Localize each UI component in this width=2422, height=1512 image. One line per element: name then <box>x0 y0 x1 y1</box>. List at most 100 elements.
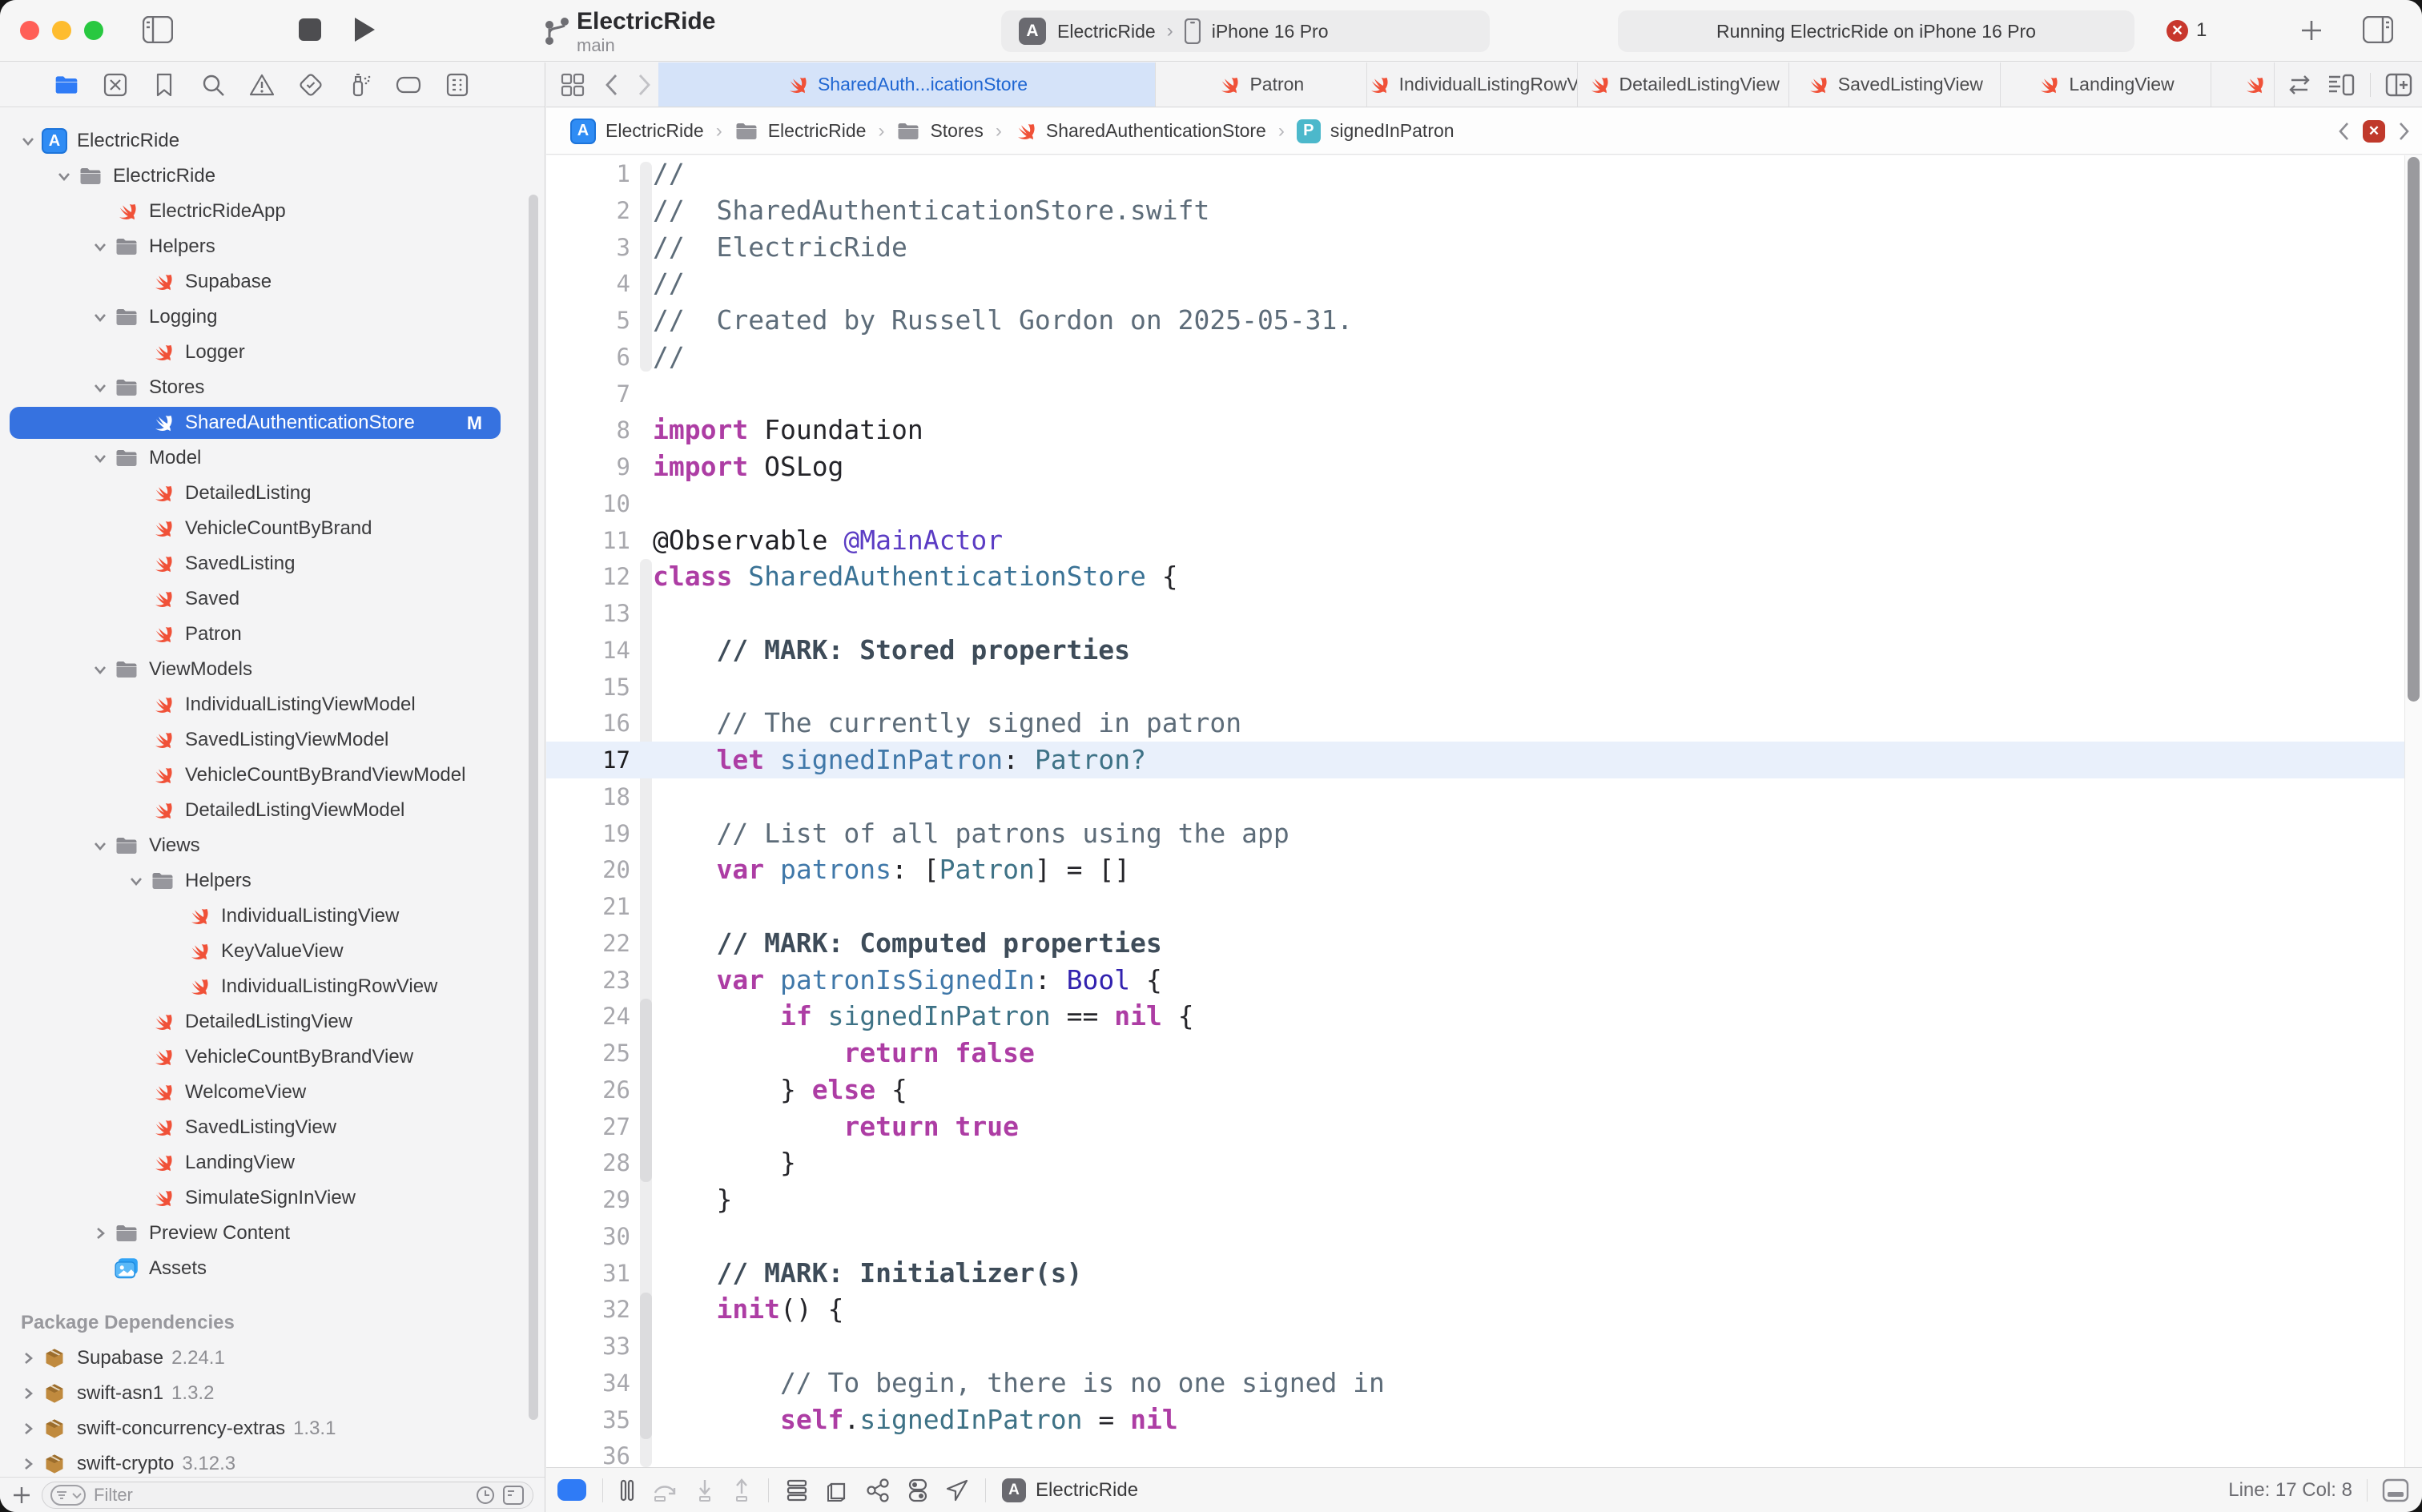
breadcrumb-item-electricride[interactable]: ElectricRide <box>734 120 867 142</box>
code-line-5[interactable]: 5// Created by Russell Gordon on 2025-05… <box>546 302 2404 339</box>
disclosure-chevron-icon[interactable] <box>123 873 150 889</box>
tests-icon[interactable] <box>297 71 324 99</box>
tab-detailedlistingview[interactable]: DetailedListingView <box>1577 62 1788 107</box>
code-line-13[interactable]: 13 <box>546 595 2404 632</box>
code-line-8[interactable]: 8import Foundation <box>546 412 2404 448</box>
go-forward-icon[interactable] <box>638 73 652 97</box>
sidebar-item-vehiclecountbybrandviewmodel[interactable]: VehicleCountByBrandViewModel <box>0 758 545 793</box>
code-line-11[interactable]: 11@Observable @MainActor <box>546 522 2404 559</box>
breadcrumb-item-sharedauthenticationstore[interactable]: SharedAuthenticationStore <box>1014 120 1266 143</box>
sidebar-item-assets[interactable]: Assets <box>0 1251 545 1286</box>
add-button[interactable] <box>2299 18 2324 43</box>
disclosure-chevron-icon[interactable] <box>86 838 114 854</box>
disclosure-chevron-icon[interactable] <box>14 1421 42 1437</box>
breadcrumb-item-stores[interactable]: Stores <box>896 120 983 142</box>
code-line-32[interactable]: 32 init() { <box>546 1291 2404 1328</box>
sidebar-item-detailedlistingview[interactable]: DetailedListingView <box>0 1004 545 1040</box>
code-line-4[interactable]: 4// <box>546 265 2404 302</box>
code-line-24[interactable]: 24 if signedInPatron == nil { <box>546 998 2404 1035</box>
source-control-filter-icon[interactable] <box>502 1485 525 1506</box>
source-control-icon[interactable] <box>102 71 129 99</box>
breakpoints-toggle-button[interactable] <box>557 1479 586 1501</box>
breadcrumb-item-electricride[interactable]: AElectricRide <box>570 119 704 144</box>
code-line-15[interactable]: 15 <box>546 669 2404 706</box>
sidebar-item-supabase[interactable]: Supabase <box>0 264 545 300</box>
sidebar-item-saved[interactable]: Saved <box>0 581 545 617</box>
tab-landingview[interactable]: LandingView <box>2000 62 2211 107</box>
sidebar-item-keyvalueview[interactable]: KeyValueView <box>0 934 545 969</box>
disclosure-chevron-icon[interactable] <box>86 380 114 396</box>
minimap-toggle-icon[interactable] <box>2327 73 2356 97</box>
source-editor[interactable]: 1//2// SharedAuthenticationStore.swift3/… <box>546 155 2422 1467</box>
sidebar-item-stores[interactable]: Stores <box>0 370 545 405</box>
sidebar-item-helpers[interactable]: Helpers <box>0 229 545 264</box>
code-line-1[interactable]: 1// <box>546 155 2404 192</box>
package-item-swift-asn1[interactable]: swift-asn11.3.2 <box>0 1376 545 1411</box>
sidebar-item-individuallistingviewmodel[interactable]: IndividualListingViewModel <box>0 687 545 722</box>
sidebar-item-detailedlistingviewmodel[interactable]: DetailedListingViewModel <box>0 793 545 828</box>
sidebar-item-savedlistingview[interactable]: SavedListingView <box>0 1110 545 1145</box>
go-back-icon[interactable] <box>604 73 618 97</box>
disclosure-chevron-icon[interactable] <box>86 662 114 678</box>
swap-editor-icon[interactable] <box>2287 73 2312 97</box>
search-icon[interactable] <box>199 71 227 99</box>
code-line-25[interactable]: 25 return false <box>546 1035 2404 1072</box>
filter-input[interactable]: Filter <box>42 1482 533 1509</box>
sidebar-item-viewmodels[interactable]: ViewModels <box>0 652 545 687</box>
step-over-icon[interactable] <box>651 1478 678 1502</box>
recent-filter-icon[interactable] <box>475 1485 496 1506</box>
sidebar-item-welcomeview[interactable]: WelcomeView <box>0 1075 545 1110</box>
sidebar-item-patron[interactable]: Patron <box>0 617 545 652</box>
sidebar-item-electricride[interactable]: AElectricRide <box>0 123 545 159</box>
package-item-swift-concurrency-extras[interactable]: swift-concurrency-extras1.3.1 <box>0 1411 545 1446</box>
disclosure-chevron-icon[interactable] <box>14 133 42 149</box>
code-line-10[interactable]: 10 <box>546 485 2404 522</box>
code-line-9[interactable]: 9import OSLog <box>546 448 2404 485</box>
console-toggle-icon[interactable] <box>2382 1478 2409 1502</box>
code-line-14[interactable]: 14 // MARK: Stored properties <box>546 632 2404 669</box>
sidebar-item-preview-content[interactable]: Preview Content <box>0 1216 545 1251</box>
environment-overrides-icon[interactable] <box>907 1478 929 1502</box>
breakpoints-icon[interactable] <box>395 71 422 99</box>
disclosure-chevron-icon[interactable] <box>86 239 114 255</box>
sidebar-item-logger[interactable]: Logger <box>0 335 545 370</box>
view-hierarchy-icon[interactable] <box>785 1478 809 1502</box>
zoom-window-button[interactable] <box>84 21 103 40</box>
issue-counter[interactable]: ✕ 1 <box>2167 19 2207 42</box>
sidebar-scrollbar[interactable] <box>529 195 538 1420</box>
disclosure-chevron-icon[interactable] <box>14 1385 42 1401</box>
sidebar-item-vehiclecountbybrandview[interactable]: VehicleCountByBrandView <box>0 1040 545 1075</box>
tab-patron[interactable]: Patron <box>1155 62 1366 107</box>
disclosure-chevron-icon[interactable] <box>50 168 78 184</box>
breadcrumb-item-signedinpatron[interactable]: PsignedInPatron <box>1297 119 1454 143</box>
minimize-window-button[interactable] <box>52 21 71 40</box>
code-line-12[interactable]: 12class SharedAuthenticationStore { <box>546 558 2404 595</box>
disclosure-chevron-icon[interactable] <box>86 450 114 466</box>
tab-savedlistingview[interactable]: SavedListingView <box>1788 62 2000 107</box>
sidebar-item-logging[interactable]: Logging <box>0 300 545 335</box>
issue-badge-icon[interactable]: ✕ <box>2363 120 2385 143</box>
reports-icon[interactable] <box>444 71 471 99</box>
tab-individuallistingrowview[interactable]: IndividualListingRowView <box>1366 62 1578 107</box>
bookmarks-icon[interactable] <box>151 71 178 99</box>
code-line-19[interactable]: 19 // List of all patrons using the app <box>546 815 2404 852</box>
code-line-26[interactable]: 26 } else { <box>546 1072 2404 1108</box>
sidebar-item-views[interactable]: Views <box>0 828 545 863</box>
sidebar-item-helpers[interactable]: Helpers <box>0 863 545 899</box>
related-items-icon[interactable] <box>561 73 585 97</box>
sidebar-item-individuallistingview[interactable]: IndividualListingView <box>0 899 545 934</box>
step-into-icon[interactable] <box>694 1478 715 1502</box>
scheme-device-label[interactable]: iPhone 16 Pro <box>1212 21 1329 42</box>
code-line-30[interactable]: 30 <box>546 1218 2404 1255</box>
code-line-6[interactable]: 6// <box>546 339 2404 376</box>
code-line-20[interactable]: 20 var patrons: [Patron] = [] <box>546 851 2404 888</box>
code-line-7[interactable]: 7 <box>546 376 2404 412</box>
scheme-selector[interactable]: A ElectricRide › iPhone 16 Pro <box>1001 10 1490 52</box>
code-line-31[interactable]: 31 // MARK: Initializer(s) <box>546 1255 2404 1292</box>
scheme-app-label[interactable]: ElectricRide <box>1057 21 1156 42</box>
disclosure-chevron-icon[interactable] <box>86 1225 114 1241</box>
code-line-2[interactable]: 2// SharedAuthenticationStore.swift <box>546 192 2404 229</box>
next-issue-icon[interactable] <box>2398 121 2411 142</box>
code-line-33[interactable]: 33 <box>546 1328 2404 1365</box>
pause-icon[interactable] <box>619 1478 635 1502</box>
